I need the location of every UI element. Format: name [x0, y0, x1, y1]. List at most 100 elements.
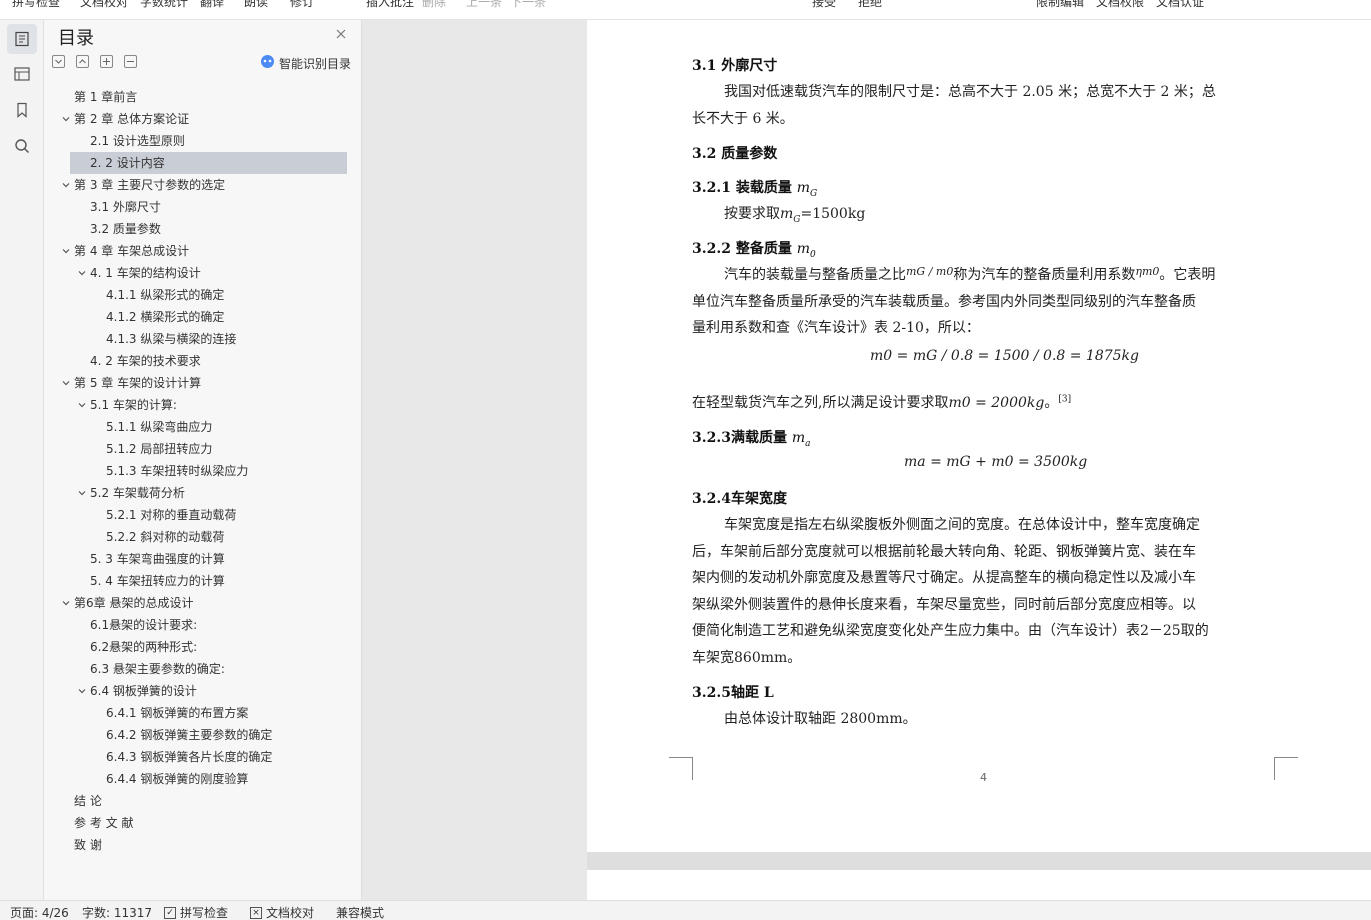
toc-item-label: 6.4.1 钢板弹簧的布置方案 — [106, 706, 249, 720]
toc-item[interactable]: 6.4 钢板弹簧的设计 — [44, 680, 354, 702]
toolbar-translate[interactable]: 翻译 — [200, 0, 224, 10]
chevron-down-icon[interactable] — [76, 482, 88, 504]
toolbar-revise[interactable]: 修订 — [290, 0, 314, 10]
outline-icon[interactable] — [7, 59, 37, 89]
toc-item[interactable]: 6.4.4 钢板弹簧的刚度验算 — [44, 768, 354, 790]
toc-item[interactable]: 4. 1 车架的结构设计 — [44, 262, 354, 284]
toc-item[interactable]: 5.1.3 车架扭转时纵梁应力 — [44, 460, 354, 482]
toc-item[interactable]: 5.1 车架的计算: — [44, 394, 354, 416]
chevron-down-icon[interactable] — [76, 680, 88, 702]
toolbar-delete-comment[interactable]: 删除 — [422, 0, 446, 10]
paragraph-3-2-2-text-b: 称为汽车的整备质量利用系数 — [953, 267, 1136, 283]
toc-item[interactable]: 5.2.2 斜对称的动载荷 — [44, 526, 354, 548]
citation-ref[interactable]: [3] — [1058, 394, 1071, 404]
toc-item[interactable]: 4.1.1 纵梁形式的确定 — [44, 284, 354, 306]
toc-item[interactable]: 4. 2 车架的技术要求 — [44, 350, 354, 372]
toc-item[interactable]: 结 论 — [44, 790, 354, 812]
search-icon[interactable] — [7, 131, 37, 161]
toolbar-doc-cert[interactable]: 文档认证 — [1156, 0, 1204, 10]
toc-item[interactable]: 5. 4 车架扭转应力的计算 — [44, 570, 354, 592]
toc-item-label: 5.1 车架的计算: — [90, 398, 177, 412]
heading-3-2-3: 3.2.3满载质量 ma — [692, 427, 811, 449]
toc-item[interactable]: 3.1 外廓尺寸 — [44, 196, 354, 218]
bookmark-icon[interactable] — [7, 95, 37, 125]
paragraph-3-2-1-symbol: m — [780, 206, 794, 222]
toc-item[interactable]: 6.1悬架的设计要求: — [44, 614, 354, 636]
toc-item[interactable]: 3.2 质量参数 — [44, 218, 354, 240]
toolbar-reject[interactable]: 拒绝 — [858, 0, 882, 10]
toc-item[interactable]: 6.2悬架的两种形式: — [44, 636, 354, 658]
toolbar-word-count[interactable]: 字数统计 — [140, 0, 188, 10]
toc-item-label: 4. 1 车架的结构设计 — [90, 266, 201, 280]
toc-item[interactable]: 2. 2 设计内容 — [70, 152, 347, 174]
toolbar-restrict-edit[interactable]: 限制编辑 — [1036, 0, 1084, 10]
ribbon-toolbar: 拼写检查 文档校对 字数统计 翻译 朗读 修订 插入批注 删除 上一条 下一条 … — [0, 0, 1371, 20]
heading-3-2-3-symbol: m — [791, 430, 806, 446]
toc-item[interactable]: 5.1.2 局部扭转应力 — [44, 438, 354, 460]
toolbar-spell-check[interactable]: 拼写检查 — [12, 0, 60, 10]
heading-3-2-2-text: 3.2.2 整备质量 — [692, 241, 792, 257]
chevron-down-icon[interactable] — [60, 372, 72, 394]
status-word-count[interactable]: 字数: 11317 — [82, 904, 152, 920]
document-page[interactable]: 3.1 外廓尺寸 我国对低速载货汽车的限制尺寸是：总高不大于 2.05 米；总宽… — [587, 20, 1371, 852]
toolbar-doc-proof[interactable]: 文档校对 — [80, 0, 128, 10]
toc-item[interactable]: 5.2 车架载荷分析 — [44, 482, 354, 504]
toc-item-label: 5.1.1 纵梁弯曲应力 — [106, 420, 213, 434]
toc-icon[interactable] — [7, 24, 37, 54]
toc-item-label: 6.1悬架的设计要求: — [90, 618, 198, 632]
toc-item[interactable]: 4.1.2 横梁形式的确定 — [44, 306, 354, 328]
toc-item[interactable]: 参 考 文 献 — [44, 812, 354, 834]
toc-item[interactable]: 第6章 悬架的总成设计 — [44, 592, 354, 614]
toc-item[interactable]: 6.3 悬架主要参数的确定: — [44, 658, 354, 680]
toc-item-label: 5. 4 车架扭转应力的计算 — [90, 574, 225, 588]
toc-item[interactable]: 4.1.3 纵梁与横梁的连接 — [44, 328, 354, 350]
toc-item[interactable]: 6.4.1 钢板弹簧的布置方案 — [44, 702, 354, 724]
remove-heading-icon[interactable] — [124, 55, 137, 68]
toc-item[interactable]: 第 1 章前言 — [44, 86, 354, 108]
document-canvas[interactable]: 3.1 外廓尺寸 我国对低速载货汽车的限制尺寸是：总高不大于 2.05 米；总宽… — [362, 20, 1371, 910]
toc-item[interactable]: 第 5 章 车架的设计计算 — [44, 372, 354, 394]
toc-item-label: 第 3 章 主要尺寸参数的选定 — [74, 178, 226, 192]
paragraph-3-2-1-pre: 按要求取 — [724, 206, 780, 222]
toolbar-next-comment[interactable]: 下一条 — [510, 0, 546, 10]
status-doc-proof[interactable]: × 文档校对 — [250, 904, 314, 920]
toolbar-doc-permission[interactable]: 文档权限 — [1096, 0, 1144, 10]
toolbar-accept[interactable]: 接受 — [812, 0, 836, 10]
status-page[interactable]: 页面: 4/26 — [10, 904, 69, 920]
toc-item[interactable]: 第 2 章 总体方案论证 — [44, 108, 354, 130]
toc-item[interactable]: 5. 3 车架弯曲强度的计算 — [44, 548, 354, 570]
toolbar-prev-comment[interactable]: 上一条 — [466, 0, 502, 10]
chevron-down-icon[interactable] — [60, 240, 72, 262]
toc-item-label: 3.1 外廓尺寸 — [90, 200, 161, 214]
paragraph-3-2-2-line1: 汽车的装载量与整备质量之比mG / m0称为汽车的整备质量利用系数ηm0。它表明 — [724, 264, 1215, 284]
toolbar-insert-comment[interactable]: 插入批注 — [366, 0, 414, 10]
toc-item[interactable]: 致 谢 — [44, 834, 354, 856]
toc-item-label: 6.4.2 钢板弹簧主要参数的确定 — [106, 728, 273, 742]
status-spell-check[interactable]: ✓ 拼写检查 — [164, 904, 228, 920]
toolbar-read-aloud[interactable]: 朗读 — [244, 0, 268, 10]
toc-item-label: 4. 2 车架的技术要求 — [90, 354, 201, 368]
expand-icon[interactable] — [52, 55, 65, 68]
smart-toc-label: 智能识别目录 — [279, 56, 352, 71]
toc-item-label: 6.4 钢板弹簧的设计 — [90, 684, 197, 698]
toc-item[interactable]: 6.4.3 钢板弹簧各片长度的确定 — [44, 746, 354, 768]
toc-item[interactable]: 第 3 章 主要尺寸参数的选定 — [44, 174, 354, 196]
collapse-icon[interactable] — [76, 55, 89, 68]
smart-toc-button[interactable]: 智能识别目录 — [260, 54, 351, 72]
toc-item[interactable]: 5.2.1 对称的垂直动载荷 — [44, 504, 354, 526]
chevron-down-icon[interactable] — [76, 262, 88, 284]
toc-item[interactable]: 第 4 章 车架总成设计 — [44, 240, 354, 262]
chevron-down-icon[interactable] — [60, 108, 72, 130]
toc-item-label: 5.1.2 局部扭转应力 — [106, 442, 213, 456]
toc-item[interactable]: 6.4.2 钢板弹簧主要参数的确定 — [44, 724, 354, 746]
add-heading-icon[interactable] — [100, 55, 113, 68]
chevron-down-icon[interactable] — [76, 394, 88, 416]
toc-item-label: 5.2.2 斜对称的动载荷 — [106, 530, 225, 544]
chevron-down-icon[interactable] — [60, 592, 72, 614]
toc-item[interactable]: 5.1.1 纵梁弯曲应力 — [44, 416, 354, 438]
toc-item-label: 3.2 质量参数 — [90, 222, 161, 236]
close-icon[interactable] — [334, 26, 348, 40]
chevron-down-icon[interactable] — [60, 174, 72, 196]
toc-item[interactable]: 2.1 设计选型原则 — [44, 130, 354, 152]
paragraph-3-2-4-line6: 车架宽860mm。 — [692, 650, 802, 666]
